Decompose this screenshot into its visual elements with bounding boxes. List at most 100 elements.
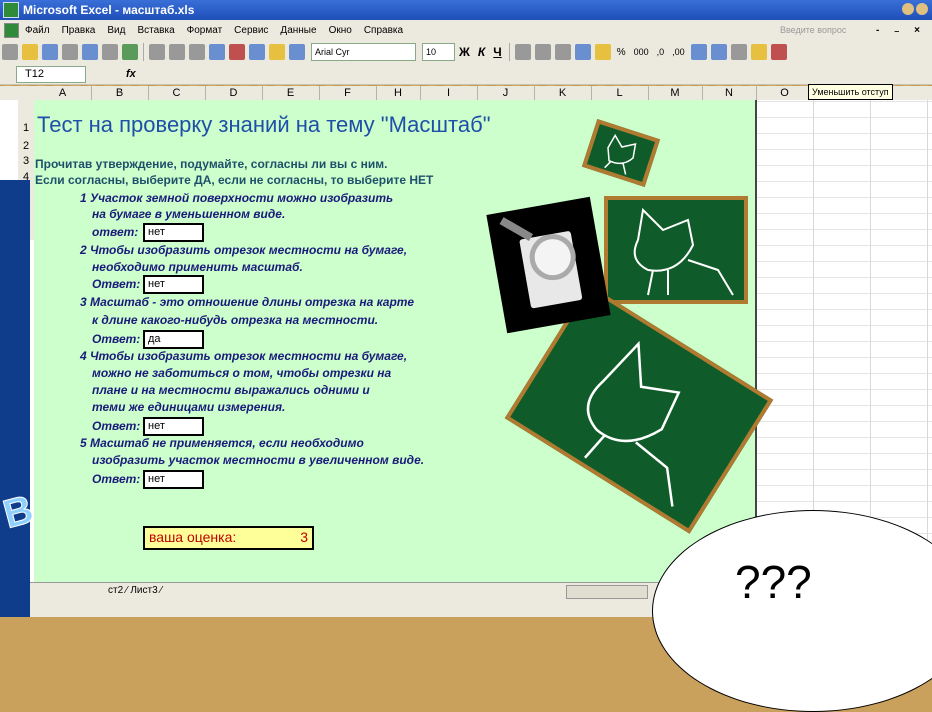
undo-icon[interactable] (169, 44, 185, 60)
column-header-a[interactable]: A (34, 86, 92, 100)
print-icon[interactable] (82, 44, 98, 60)
open-icon[interactable] (22, 44, 38, 60)
score-label: ваша оценка: (149, 529, 237, 545)
answer-3-cell[interactable]: да (143, 330, 204, 349)
column-header-e[interactable]: E (262, 86, 320, 100)
worksheet-border (755, 100, 757, 582)
column-header-b[interactable]: B (91, 86, 149, 100)
answer-3-label: Ответ: (92, 332, 141, 346)
question-input[interactable]: Введите вопрос (780, 25, 846, 35)
decrease-decimal-button[interactable]: ,00 (672, 47, 685, 57)
menu-format[interactable]: Формат (187, 25, 223, 36)
score-box: ваша оценка: 3 (143, 526, 314, 550)
save-icon[interactable] (42, 44, 58, 60)
row-header-3[interactable]: 3 (18, 155, 34, 167)
copy-icon[interactable] (149, 44, 165, 60)
permission-icon[interactable] (62, 44, 78, 60)
column-header-n[interactable]: N (702, 86, 757, 100)
column-header-i[interactable]: I (420, 86, 478, 100)
increase-indent-icon[interactable] (710, 44, 727, 60)
increase-decimal-button[interactable]: ,0 (657, 47, 665, 57)
bold-button[interactable]: Ж (459, 45, 470, 59)
question-4-line-3: плане и на местности выражались одними и (92, 383, 370, 397)
align-center-icon[interactable] (534, 44, 551, 60)
speech-bubble-text: ??? (735, 556, 812, 608)
answer-2-cell[interactable]: нет (143, 275, 204, 294)
percent-button[interactable]: % (617, 47, 626, 58)
help-icon[interactable] (289, 44, 305, 60)
document-icon[interactable] (4, 22, 19, 38)
row-header-2[interactable]: 2 (18, 140, 34, 152)
column-header-h[interactable]: H (376, 86, 421, 100)
intro-line-2: Если согласны, выберите ДА, если не согл… (35, 173, 434, 187)
align-left-icon[interactable] (514, 44, 531, 60)
question-5-line-1: 5 Масштаб не применяется, если необходим… (80, 436, 364, 450)
answer-4-cell[interactable]: нет (143, 417, 204, 436)
autosum-icon[interactable] (229, 44, 245, 60)
row-header-1[interactable]: 1 (18, 122, 34, 134)
menu-tools[interactable]: Сервис (234, 25, 268, 36)
menu-help[interactable]: Справка (364, 25, 403, 36)
answer-5-cell[interactable]: нет (143, 470, 204, 489)
merge-center-icon[interactable] (574, 44, 591, 60)
document-controls[interactable]: - ₋ × (876, 25, 926, 36)
fx-icon[interactable]: fx (126, 68, 136, 80)
tooltip-decrease-indent: Уменьшить отступ (808, 84, 893, 100)
title-bar: Microsoft Excel - масштаб.xls (0, 0, 932, 20)
column-header-m[interactable]: M (648, 86, 703, 100)
question-1-line-2: на бумаге в уменьшенном виде. (92, 207, 286, 221)
menu-data[interactable]: Данные (280, 25, 316, 36)
worksheet-empty-cells[interactable] (756, 100, 932, 582)
toolbar-separator (143, 43, 144, 61)
underline-button[interactable]: Ч (493, 45, 501, 59)
question-4-line-2: можно не заботиться о том, чтобы отрезки… (92, 366, 392, 380)
question-2-line-1: 2 Чтобы изобразить отрезок местности на … (80, 243, 408, 257)
answer-2-label: Ответ: (92, 277, 141, 291)
horizontal-scrollbar[interactable] (566, 585, 648, 599)
excel-icon (3, 2, 19, 18)
spelling-icon[interactable] (122, 44, 138, 60)
decrease-indent-icon[interactable] (690, 44, 707, 60)
magnifier-picture[interactable] (486, 196, 611, 334)
column-header-k[interactable]: K (534, 86, 592, 100)
sheet-tabs[interactable]: ст2 ⁄ Лист3 ⁄ (108, 585, 162, 596)
menu-insert[interactable]: Вставка (137, 25, 174, 36)
formula-bar: T12 fx (0, 64, 932, 85)
column-header-f[interactable]: F (319, 86, 377, 100)
column-header-j[interactable]: J (477, 86, 535, 100)
column-header-d[interactable]: D (205, 86, 263, 100)
thousands-button[interactable]: 000 (634, 47, 649, 57)
menu-file[interactable]: Файл (25, 25, 50, 36)
window-controls (902, 3, 928, 15)
chart-icon[interactable] (269, 44, 285, 60)
redo-icon[interactable] (189, 44, 205, 60)
menu-view[interactable]: Вид (107, 25, 125, 36)
sort-icon[interactable] (249, 44, 265, 60)
chalkboard-cat-picture-2[interactable] (604, 196, 748, 304)
question-4-line-4: теми же единицами измерения. (92, 400, 286, 414)
align-right-icon[interactable] (554, 44, 571, 60)
question-4-line-1: 4 Чтобы изобразить отрезок местности на … (80, 349, 408, 363)
preview-icon[interactable] (102, 44, 118, 60)
menu-edit[interactable]: Правка (62, 25, 96, 36)
column-header-l[interactable]: L (591, 86, 649, 100)
hyperlink-icon[interactable] (209, 44, 225, 60)
italic-button[interactable]: К (478, 45, 485, 59)
answer-1-cell[interactable]: нет (143, 223, 204, 242)
column-header-o[interactable]: O (756, 86, 814, 100)
maximize-button[interactable] (916, 3, 928, 15)
name-box[interactable]: T12 (16, 65, 86, 83)
new-icon[interactable] (2, 44, 18, 60)
toolbar: Arial Cyr 10 Ж К Ч % 000 ,0 ,00 (0, 40, 932, 65)
currency-icon[interactable] (594, 44, 611, 60)
font-size-select[interactable]: 10 (422, 43, 455, 61)
toolbar-separator (508, 43, 510, 61)
font-color-icon[interactable] (770, 44, 787, 60)
minimize-button[interactable] (902, 3, 914, 15)
question-2-line-2: необходимо применить масштаб. (92, 260, 303, 274)
font-name-select[interactable]: Arial Cyr (311, 43, 416, 61)
borders-icon[interactable] (730, 44, 747, 60)
column-header-c[interactable]: C (148, 86, 206, 100)
menu-window[interactable]: Окно (329, 25, 352, 36)
fill-color-icon[interactable] (750, 44, 767, 60)
